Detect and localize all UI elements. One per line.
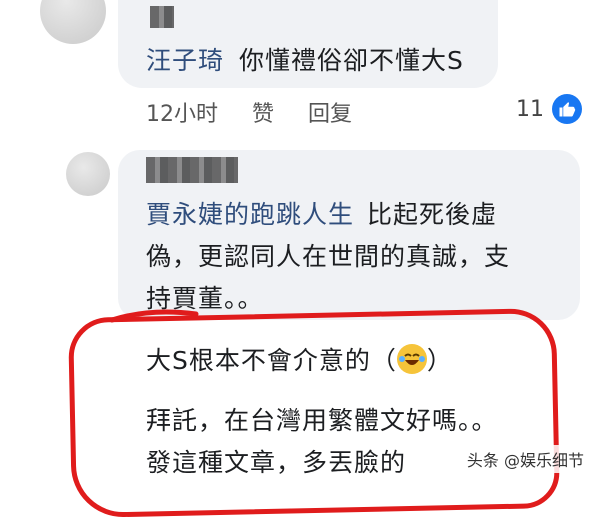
comment-text: 汪子琦 你懂禮俗卻不懂大S — [146, 40, 464, 82]
comment-body: 比起死後虛 — [366, 200, 497, 229]
avatar[interactable] — [40, 0, 106, 44]
redacted-name — [146, 157, 238, 183]
watermark: 头条 @娱乐细节 — [462, 445, 588, 473]
commenter-name[interactable]: 賈永婕的跑跳人生 — [146, 200, 354, 229]
avatar[interactable] — [66, 152, 110, 196]
commenter-name[interactable]: 汪子琦 — [146, 46, 224, 75]
red-annotation-circle — [67, 307, 561, 518]
comment-body: 你懂禮俗卻不懂大S — [238, 46, 464, 75]
redacted-name — [150, 6, 174, 28]
like-button[interactable]: 赞 — [252, 96, 274, 128]
comment-actions: 12小时 赞 回复 — [146, 96, 352, 128]
like-count[interactable]: 11 — [516, 94, 582, 124]
thumbs-up-icon — [552, 94, 582, 124]
reply-button[interactable]: 回复 — [308, 96, 352, 128]
comment-body: 偽，更認同人在世間的真誠，支 — [146, 242, 511, 271]
like-count-value: 11 — [516, 96, 544, 122]
comment-text: 賈永婕的跑跳人生 比起死後虛 偽，更認同人在世間的真誠，支 持賈董。。 — [146, 194, 566, 320]
red-annotation-stroke — [110, 309, 199, 323]
timestamp: 12小时 — [146, 102, 218, 127]
